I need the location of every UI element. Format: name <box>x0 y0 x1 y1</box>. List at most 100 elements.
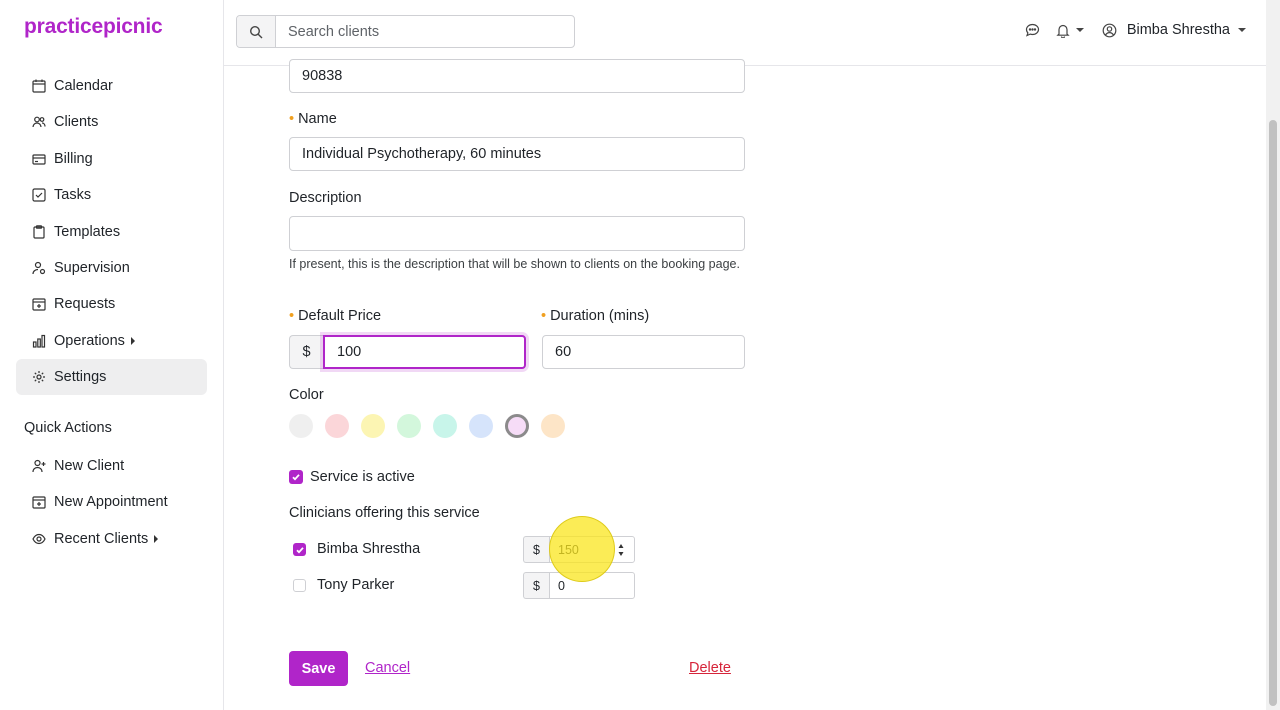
calendar-icon <box>32 79 46 93</box>
required-marker: • <box>289 111 295 127</box>
sidebar-item-label: Supervision <box>54 259 130 276</box>
search-button[interactable] <box>237 16 276 47</box>
color-swatch[interactable] <box>469 414 493 438</box>
currency-addon: $ <box>523 572 549 599</box>
user-menu[interactable]: Bimba Shrestha <box>1102 22 1246 38</box>
sidebar-item-supervision[interactable]: Supervision <box>16 250 207 286</box>
checkbox-icon <box>32 188 46 202</box>
calendar-plus-icon <box>32 297 46 311</box>
quick-action-new-client[interactable]: New Client <box>16 448 207 484</box>
color-swatch[interactable] <box>433 414 457 438</box>
bar-chart-icon <box>32 334 46 348</box>
sidebar-item-label: Templates <box>54 223 121 240</box>
name-input[interactable] <box>289 137 745 171</box>
sidebar-item-requests[interactable]: Requests <box>16 286 207 322</box>
sidebar-item-label: Operations <box>54 332 125 349</box>
quick-actions-title: Quick Actions <box>24 420 112 436</box>
color-swatch[interactable] <box>505 414 529 438</box>
name-label-text: Name <box>298 111 337 127</box>
color-swatch[interactable] <box>289 414 313 438</box>
sidebar-item-settings[interactable]: Settings <box>16 359 207 396</box>
sidebar-item-calendar[interactable]: Calendar <box>16 68 207 104</box>
user-name: Bimba Shrestha <box>1126 22 1230 38</box>
bell-icon <box>1056 24 1070 38</box>
quick-action-label: Recent Clients <box>54 530 149 547</box>
client-search <box>236 15 575 48</box>
delete-link[interactable]: Delete <box>689 660 731 676</box>
sidebar-item-billing[interactable]: Billing <box>16 141 207 177</box>
caret-right-icon <box>154 534 159 543</box>
color-swatches <box>289 414 577 438</box>
default-price-input[interactable] <box>323 335 526 369</box>
sidebar-item-label: Billing <box>54 150 93 167</box>
currency-addon: $ <box>523 536 549 563</box>
code-input[interactable] <box>289 59 745 93</box>
description-label: Description <box>289 190 362 206</box>
clinician-rate-input[interactable]: 150 <box>549 536 635 563</box>
sidebar-item-templates[interactable]: Templates <box>16 214 207 250</box>
eye-icon <box>32 532 46 546</box>
quick-actions: New Client New Appointment Recent Client… <box>16 448 207 557</box>
quick-action-new-appointment[interactable]: New Appointment <box>16 484 207 520</box>
description-input[interactable] <box>289 216 745 251</box>
users-icon <box>32 115 46 129</box>
duration-input[interactable] <box>542 335 745 369</box>
quick-action-label: New Appointment <box>54 494 168 511</box>
save-button[interactable]: Save <box>289 651 348 686</box>
sidebar-nav: Calendar Clients Billing Tasks Templates <box>16 68 207 396</box>
clinician-checkbox[interactable] <box>293 579 306 592</box>
number-spinner-icon[interactable] <box>618 543 624 557</box>
clinician-rate-value: 0 <box>558 578 565 593</box>
clinician-checkbox[interactable] <box>293 543 306 556</box>
check-icon <box>295 546 304 554</box>
top-right-controls: Bimba Shrestha <box>1025 22 1246 38</box>
clinician-rate-group: $ 0 <box>523 572 635 599</box>
color-swatch[interactable] <box>361 414 385 438</box>
service-active-checkbox[interactable] <box>289 470 303 484</box>
name-label: • Name <box>289 111 337 127</box>
duration-label-text: Duration (mins) <box>550 308 650 324</box>
calendar-plus-icon <box>32 495 46 509</box>
caret-right-icon <box>130 336 135 345</box>
color-label: Color <box>289 387 324 403</box>
search-input[interactable] <box>276 16 574 47</box>
app-logo[interactable]: practicepicnic <box>24 15 163 39</box>
clinician-name: Tony Parker <box>317 577 395 593</box>
sidebar-item-label: Requests <box>54 296 116 313</box>
required-marker: • <box>289 308 295 324</box>
top-bar: Bimba Shrestha <box>224 0 1266 66</box>
search-icon <box>249 25 263 38</box>
user-cog-icon <box>32 261 46 275</box>
service-active-label: Service is active <box>310 469 415 485</box>
scrollbar-thumb[interactable] <box>1269 120 1277 706</box>
sidebar-item-clients[interactable]: Clients <box>16 104 207 140</box>
quick-action-recent-clients[interactable]: Recent Clients <box>16 521 207 557</box>
chat-icon[interactable] <box>1025 23 1040 38</box>
sidebar: practicepicnic Calendar Clients Billing … <box>0 0 224 710</box>
clinician-name: Bimba Shrestha <box>317 541 421 557</box>
clipboard-icon <box>32 224 46 239</box>
clinician-rate-value: 150 <box>558 542 579 557</box>
duration-label: • Duration (mins) <box>541 308 649 324</box>
clinician-rate-input[interactable]: 0 <box>549 572 635 599</box>
color-swatch[interactable] <box>541 414 565 438</box>
sidebar-item-label: Settings <box>54 369 107 386</box>
check-icon <box>292 474 300 481</box>
quick-action-label: New Client <box>54 458 125 474</box>
chevron-down-icon <box>1238 28 1246 32</box>
currency-addon: $ <box>289 335 323 369</box>
user-circle-icon <box>1102 23 1117 37</box>
sidebar-item-tasks[interactable]: Tasks <box>16 177 207 213</box>
notifications-dropdown[interactable] <box>1056 23 1084 38</box>
sidebar-item-operations[interactable]: Operations <box>16 323 207 359</box>
sidebar-item-label: Tasks <box>54 187 92 204</box>
chevron-down-icon <box>1075 28 1084 32</box>
color-swatch[interactable] <box>325 414 349 438</box>
default-price-label-text: Default Price <box>298 308 382 324</box>
default-price-group: $ <box>289 335 526 369</box>
color-swatch[interactable] <box>397 414 421 438</box>
description-help-text: If present, this is the description that… <box>289 257 740 271</box>
sidebar-item-label: Calendar <box>54 78 113 94</box>
page-scrollbar[interactable] <box>1266 0 1280 710</box>
cancel-link[interactable]: Cancel <box>365 660 410 676</box>
